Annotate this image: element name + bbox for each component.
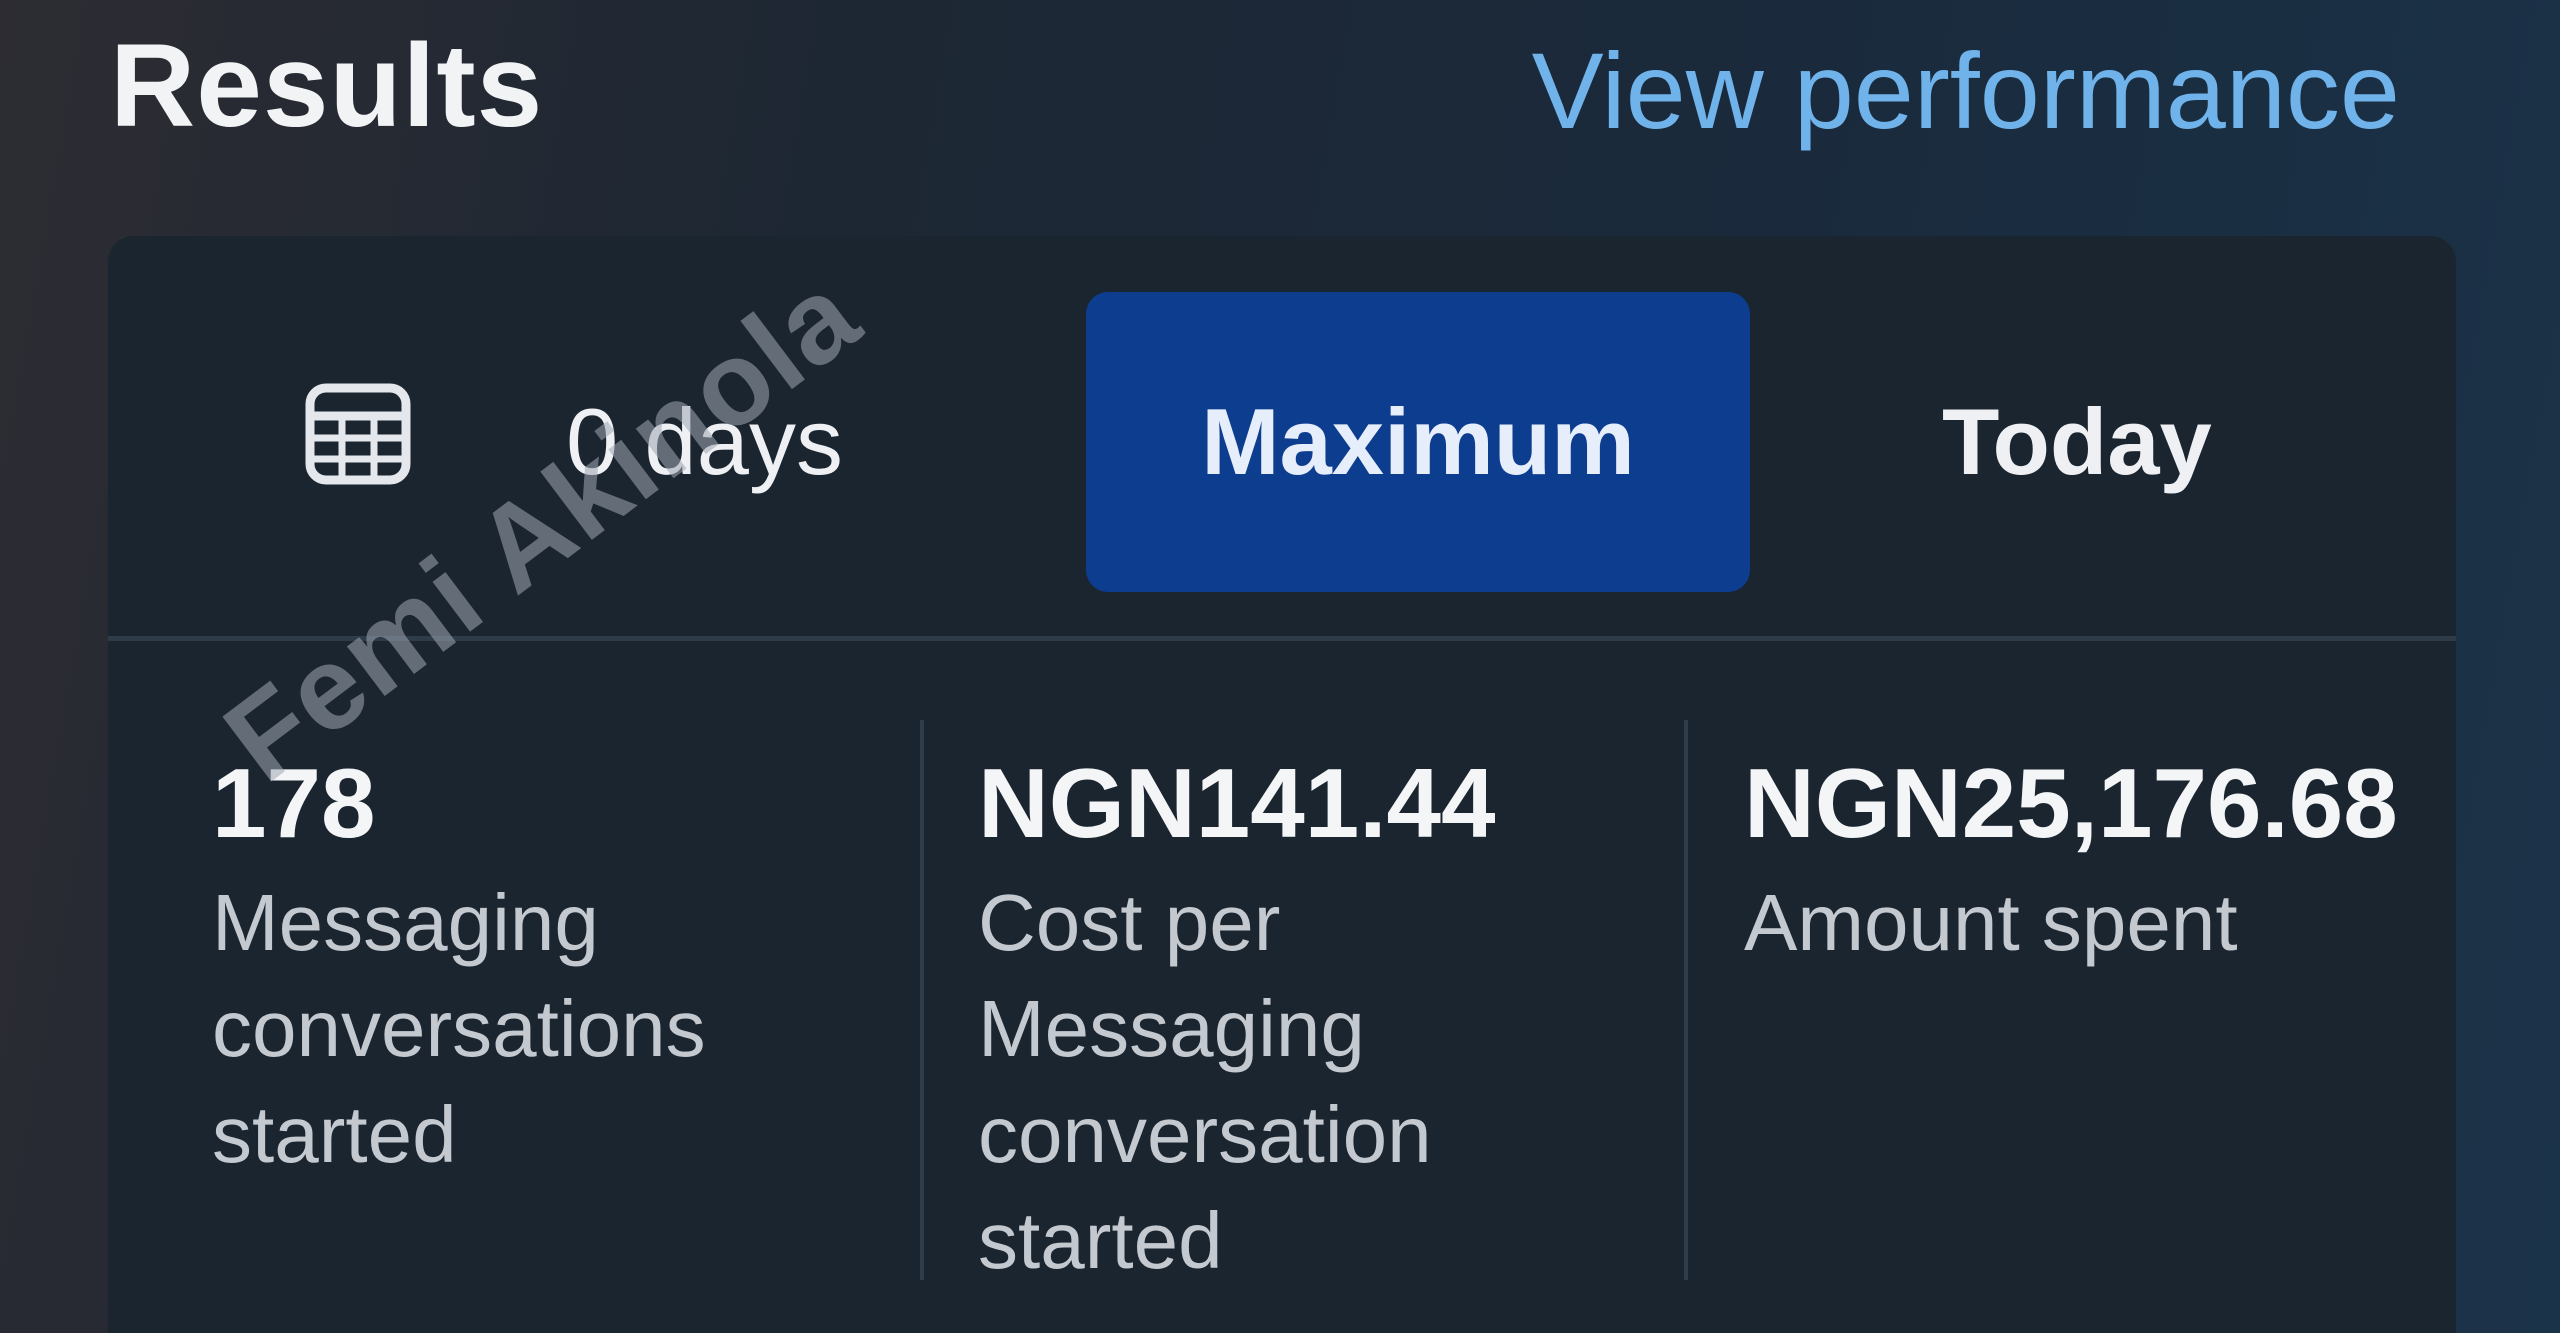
metric-conversations: 178 Messaging conversations started xyxy=(212,736,892,1188)
metric-label: Messaging conversations started xyxy=(212,878,706,1179)
range-today-option[interactable]: Today xyxy=(1942,388,2212,496)
page-title: Results xyxy=(110,20,544,152)
metric-label: Amount spent xyxy=(1744,878,2238,967)
metric-divider xyxy=(920,720,924,1280)
view-performance-link[interactable]: View performance xyxy=(1532,28,2400,153)
metric-value: 178 xyxy=(212,748,376,858)
results-card: 0 days Maximum Today 178 Messaging conve… xyxy=(108,236,2456,1333)
date-range-bar: 0 days Maximum Today xyxy=(108,236,2456,636)
calendar-icon[interactable] xyxy=(304,382,412,486)
metric-value: NGN141.44 xyxy=(978,748,1496,858)
range-maximum-option[interactable]: Maximum xyxy=(1086,292,1750,592)
metric-amount-spent: NGN25,176.68 Amount spent xyxy=(1744,736,2444,976)
metric-divider xyxy=(1684,720,1688,1280)
metric-value: NGN25,176.68 xyxy=(1744,748,2398,858)
range-days-option[interactable]: 0 days xyxy=(566,388,843,496)
metric-cost-per-conversation: NGN141.44 Cost per Messaging conversatio… xyxy=(978,736,1618,1294)
metric-label: Cost per Messaging conversation started xyxy=(978,878,1432,1285)
section-divider xyxy=(108,636,2456,641)
